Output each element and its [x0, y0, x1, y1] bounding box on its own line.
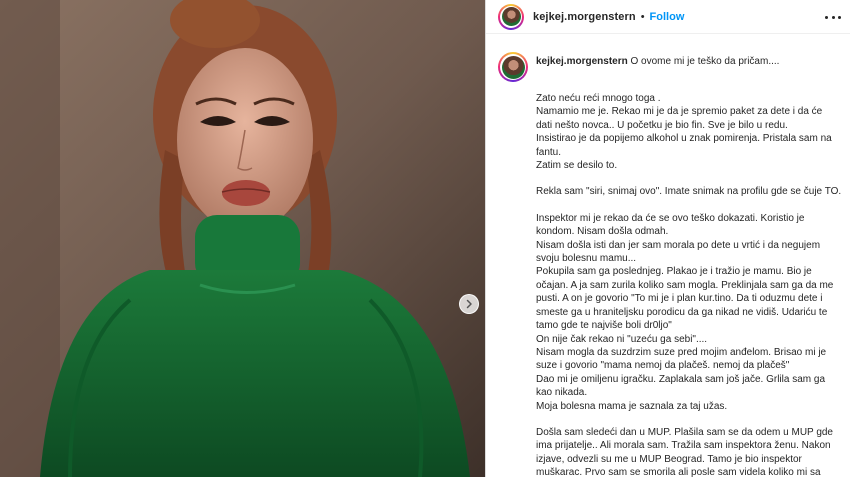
- post-username[interactable]: kejkej.morgenstern: [533, 11, 636, 23]
- caption-line: Namamio me je. Rekao mi je da je spremio…: [536, 106, 823, 118]
- caption-first-line: kejkej.morgenstern O ovome mi je teško d…: [536, 55, 779, 69]
- follow-button[interactable]: Follow: [650, 11, 685, 23]
- caption-line: očajan. A ja sam zurila koliko sam mogla…: [536, 279, 834, 291]
- caption-line: Inspektor mi je rekao da će se ovo teško…: [536, 212, 805, 224]
- caption-line: Nisam mogla da suzdrzim suze pred mojim …: [536, 346, 827, 358]
- caption-avatar[interactable]: [498, 52, 528, 82]
- post-sidebar: kejkej.morgenstern • Follow kejkej.morge…: [485, 0, 850, 477]
- caption-line: Nisam došla isti dan jer sam morala po d…: [536, 239, 821, 251]
- caption-intro: O ovome mi je teško da pričam....: [630, 56, 780, 67]
- caption-line: kao nikada.: [536, 387, 588, 399]
- caption-line: On nije čak rekao ni "uzeću ga sebi"....: [536, 333, 708, 345]
- caption-line: svoju bolesnu mamu...: [536, 253, 637, 265]
- separator-dot: •: [640, 10, 645, 23]
- caption-line: izjave, odvezli su me u MUP Beograd. Tam…: [536, 453, 802, 465]
- caption-line: Zato neću reći mnogo toga .: [536, 93, 661, 104]
- post-header: kejkej.morgenstern • Follow: [486, 0, 850, 34]
- caption-line: muškarac. Prvo sam se smorila ali posle …: [536, 467, 821, 477]
- caption-line: Insistirao je da popijemo alkohol u znak…: [536, 133, 832, 145]
- caption-line: tamo gde te najviše boli dr0ljo": [536, 320, 672, 332]
- caption-line: Pokupila sam ga poslednjeg. Plakao je i …: [536, 266, 812, 278]
- caption-line: Rekla sam "siri, snimaj ovo". Imate snim…: [536, 186, 842, 198]
- caption-line: dati nešto novca.. U početku je bio fin.…: [536, 119, 788, 131]
- more-options-icon[interactable]: [825, 10, 841, 24]
- caption-line: pusti. A on je govorio "To mi je i plan …: [536, 293, 823, 305]
- caption-line: kondom. Nisam došla odmah.: [536, 226, 669, 238]
- caption-line: Došla sam sledeći dan u MUP. Plašila sam…: [536, 426, 833, 438]
- caption-body: Zato neću reći mnogo toga . Namamio me je…: [498, 92, 843, 477]
- caption: kejkej.morgenstern O ovome mi je teško d…: [498, 52, 843, 477]
- portrait-image: [0, 0, 485, 477]
- chevron-right-icon: [466, 299, 472, 309]
- caption-line: Moja bolesna mama je saznala za taj užas…: [536, 400, 728, 412]
- caption-line: smeste ga u hraniteljsku porodicu da ga …: [536, 306, 828, 318]
- carousel-next-button[interactable]: [459, 294, 479, 314]
- caption-line: fantu.: [536, 146, 562, 158]
- caption-line: Dao mi je omiljenu igračku. Zaplakala sa…: [536, 373, 826, 385]
- caption-username[interactable]: kejkej.morgenstern: [536, 56, 628, 67]
- avatar[interactable]: [498, 3, 524, 30]
- caption-line: suze i govorio "mama nemoj da plačeš. ne…: [536, 360, 790, 372]
- post-photo[interactable]: [0, 0, 485, 477]
- caption-line: Zatim se desilo to.: [536, 160, 618, 172]
- caption-line: ima prijatelje.. Ali morala sam. Tražila…: [536, 440, 831, 452]
